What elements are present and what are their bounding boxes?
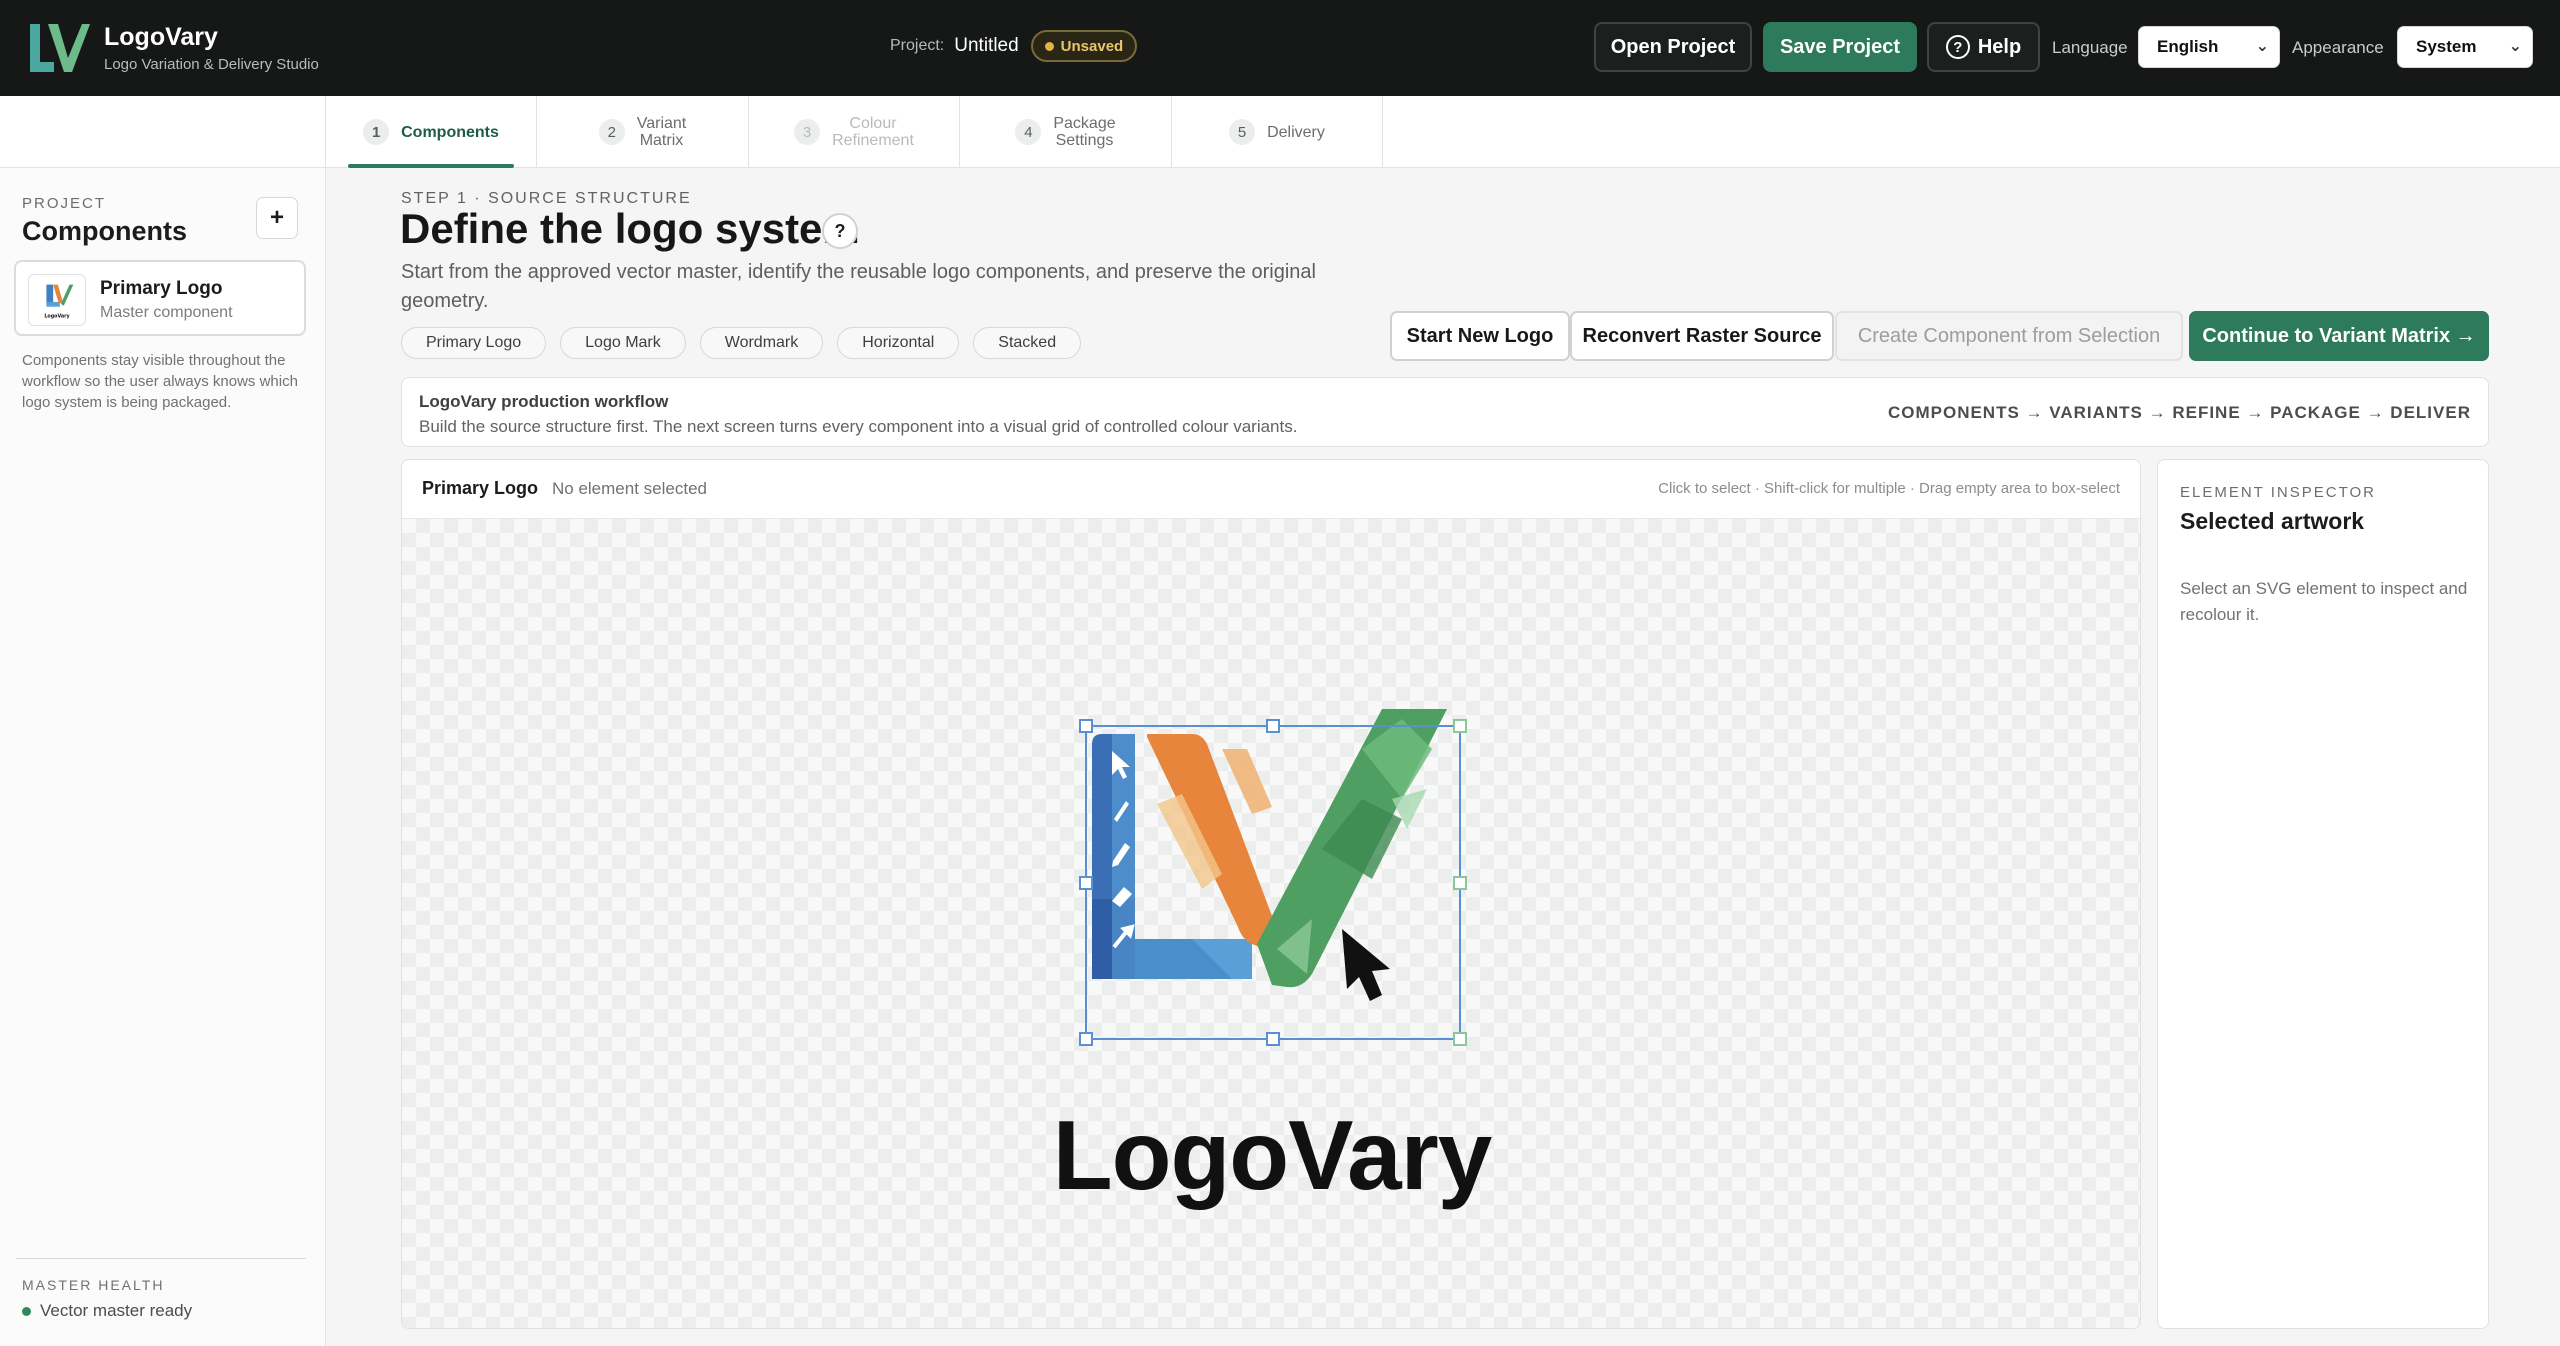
step-label: Package Settings	[1053, 115, 1116, 149]
health-status: Vector master ready	[22, 1301, 306, 1321]
step-variant-matrix[interactable]: 2 Variant Matrix	[537, 96, 749, 168]
step-label: Colour Refinement	[832, 115, 914, 149]
canvas-component-name: Primary Logo	[422, 478, 539, 498]
step-package-settings[interactable]: 4 Package Settings	[960, 96, 1172, 168]
save-project-button[interactable]: Save Project	[1763, 22, 1917, 72]
health-eyebrow: MASTER HEALTH	[22, 1277, 165, 1293]
page-title: Define the logo system	[400, 205, 860, 252]
chip-wordmark[interactable]: Wordmark	[699, 327, 824, 359]
help-label: Help	[1977, 35, 2022, 58]
element-inspector: ELEMENT INSPECTOR Selected artwork Selec…	[2157, 459, 2489, 1329]
status-dot-icon	[1044, 41, 1054, 51]
component-type-chips: Primary Logo Logo Mark Wordmark Horizont…	[401, 327, 1095, 359]
start-new-logo-button[interactable]: Start New Logo	[1390, 311, 1570, 361]
resize-handle[interactable]	[1453, 876, 1467, 890]
resize-handle[interactable]	[1079, 876, 1093, 890]
language-label: Language	[2052, 38, 2128, 57]
open-project-button[interactable]: Open Project	[1594, 22, 1752, 72]
reconvert-raster-button[interactable]: Reconvert Raster Source	[1570, 311, 1834, 361]
project-name: Untitled	[954, 35, 1019, 56]
resize-handle[interactable]	[1266, 719, 1280, 733]
unsaved-badge: Unsaved	[1030, 30, 1138, 62]
create-component-button: Create Component from Selection	[1835, 311, 2183, 361]
sidebar-eyebrow: PROJECT	[22, 195, 107, 212]
app-tagline: Logo Variation & Delivery Studio	[104, 56, 319, 73]
mouse-cursor-icon	[1342, 929, 1390, 1001]
master-health: MASTER HEALTH Vector master ready	[16, 1258, 306, 1321]
chip-stacked[interactable]: Stacked	[973, 327, 1082, 359]
question-icon: ?	[1945, 35, 1970, 59]
workflow-description: Build the source structure first. The ne…	[419, 417, 1298, 436]
inspector-empty-state: Select an SVG element to inspect and rec…	[2180, 579, 2468, 624]
chip-primary-logo[interactable]: Primary Logo	[401, 327, 547, 359]
chevron-down-icon: ⌄	[2508, 38, 2522, 55]
inspector-title: Selected artwork	[2180, 508, 2365, 534]
artwork-canvas[interactable]: LogoVary	[402, 519, 2140, 1328]
appearance-select[interactable]: System ⌄	[2397, 26, 2533, 68]
logovary-logo-icon	[30, 24, 90, 72]
appearance-label: Appearance	[2292, 38, 2384, 57]
logo-thumbnail-icon: LogoVary	[44, 284, 74, 319]
step-number: 2	[598, 119, 625, 145]
component-thumbnail: LogoVary	[28, 274, 86, 326]
question-icon: ?	[834, 220, 846, 241]
workflow-steps: COMPONENTS → VARIANTS → REFINE → PACKAGE…	[1887, 403, 2471, 422]
canvas-header: Primary Logo No element selected Click t…	[402, 460, 2140, 519]
step-delivery[interactable]: 5 Delivery	[1172, 96, 1383, 168]
stepbar-spacer	[0, 96, 326, 168]
page-description: Start from the approved vector master, i…	[401, 261, 1316, 312]
language-select[interactable]: English ⌄	[2138, 26, 2280, 68]
logo-orange-stroke[interactable]	[1147, 734, 1279, 951]
artwork-canvas-panel: Primary Logo No element selected Click t…	[401, 459, 2141, 1329]
canvas-hint: Click to select · Shift-click for multip…	[1658, 480, 2120, 497]
continue-variant-matrix-button[interactable]: Continue to Variant Matrix →	[2189, 311, 2489, 361]
resize-handle[interactable]	[1453, 719, 1467, 733]
app-name: LogoVary	[104, 23, 218, 51]
step-colour-refinement: 3 Colour Refinement	[749, 96, 960, 168]
project-meta: Project: Untitled Unsaved	[890, 30, 1138, 62]
components-sidebar: PROJECT Components + LogoVary Primary Lo…	[0, 168, 326, 1346]
workflow-banner: LogoVary production workflow Build the s…	[401, 377, 2489, 447]
svg-text:LogoVary: LogoVary	[44, 313, 70, 319]
add-component-button[interactable]: +	[256, 197, 298, 239]
active-step-indicator	[348, 164, 514, 168]
language-value: English	[2157, 37, 2219, 56]
step-number: 4	[1015, 119, 1042, 145]
help-button[interactable]: ? Help	[1927, 22, 2040, 72]
appearance-value: System	[2416, 37, 2477, 56]
resize-handle[interactable]	[1266, 1032, 1280, 1046]
step-number: 3	[794, 119, 821, 145]
chip-horizontal[interactable]: Horizontal	[837, 327, 960, 359]
step-label: Variant Matrix	[636, 115, 687, 149]
component-card-primary-logo[interactable]: LogoVary Primary Logo Master component	[14, 260, 306, 336]
step-components[interactable]: 1 Components	[326, 96, 537, 168]
selection-status: No element selected	[552, 479, 707, 498]
logo-wordmark[interactable]: LogoVary	[1032, 1099, 1512, 1212]
badge-label: Unsaved	[1060, 37, 1124, 55]
component-name: Primary Logo	[100, 278, 223, 299]
logo-artwork[interactable]	[1072, 689, 1472, 1149]
brand[interactable]: LogoVary Logo Variation & Delivery Studi…	[24, 18, 319, 78]
component-subtitle: Master component	[100, 304, 233, 321]
resize-handle[interactable]	[1079, 1032, 1093, 1046]
step-label: Components	[401, 123, 499, 141]
title-help-button[interactable]: ?	[822, 213, 858, 249]
project-label: Project:	[890, 37, 945, 54]
chip-logo-mark[interactable]: Logo Mark	[560, 327, 686, 359]
step-number: 1	[363, 119, 390, 145]
step-label: Delivery	[1267, 123, 1325, 141]
sidebar-note: Components stay visible throughout the w…	[22, 352, 298, 411]
inspector-eyebrow: ELEMENT INSPECTOR	[2180, 484, 2376, 501]
health-value: Vector master ready	[40, 1301, 193, 1320]
status-dot-icon	[22, 1306, 31, 1316]
step-bar: 1 Components 2 Variant Matrix 3 Colour R…	[0, 96, 2560, 168]
workflow-title: LogoVary production workflow	[419, 392, 669, 411]
resize-handle[interactable]	[1453, 1032, 1467, 1046]
sidebar-title: Components	[22, 216, 187, 246]
resize-handle[interactable]	[1079, 719, 1093, 733]
chevron-down-icon: ⌄	[2255, 38, 2269, 55]
top-bar: LogoVary Logo Variation & Delivery Studi…	[0, 0, 2560, 96]
step-number: 5	[1229, 119, 1256, 145]
